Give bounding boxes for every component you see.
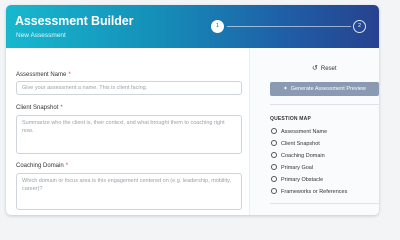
question-map-item-label: Primary Goal [281,165,314,171]
stepper-connector [227,26,351,27]
question-map-sidebar: ↺ Reset ✦ Generate Assessment Preview QUES… [249,48,379,215]
radio-icon [271,152,277,158]
sidebar-divider [270,104,379,105]
coaching-domain-label: Coaching Domain * [16,163,68,169]
assessment-name-label: Assessment Name * [16,72,71,78]
required-asterisk: * [65,163,69,169]
question-map-item-label: Primary Obstacle [281,177,324,183]
radio-icon [271,176,277,182]
question-map-title: QUESTION MAP [270,116,312,122]
question-map-item[interactable]: Primary Obstacle [271,176,323,183]
required-asterisk: * [60,105,63,111]
page-title: Assessment Builder [15,14,134,28]
question-map-item-label: Coaching Domain [281,153,325,159]
header-banner: Assessment Builder New Assessment 1 2 [6,5,379,48]
client-snapshot-label: Client Snapshot * [16,105,63,111]
required-asterisk: * [68,72,71,78]
question-map-item[interactable]: Frameworks or References [271,188,347,195]
assessment-builder-card: Assessment Builder New Assessment 1 2 As… [6,5,379,215]
client-snapshot-placeholder: Summarize who the client is, their conte… [22,120,225,134]
coaching-domain-label-text: Coaching Domain [16,163,64,169]
question-map-item[interactable]: Coaching Domain [271,152,325,159]
question-map-item-label: Client Snapshot [281,141,320,147]
assessment-name-placeholder: Give your assessment a name. This is cli… [22,85,148,91]
radio-icon [271,164,277,170]
step-2-indicator[interactable]: 2 [353,20,366,33]
question-map-item-label: Assessment Name [281,129,328,135]
coaching-domain-textarea[interactable]: Which domain or focus area is this engag… [16,173,242,210]
assessment-form: Assessment Name * Give your assessment a … [6,48,249,215]
reset-label: Reset [320,66,337,72]
sidebar-divider [270,203,379,204]
assessment-name-label-text: Assessment Name [16,72,67,78]
generate-preview-label: Generate Assessment Preview [290,86,366,92]
radio-icon [271,140,277,146]
generate-preview-button[interactable]: ✦ Generate Assessment Preview [270,82,379,96]
radio-icon [271,188,277,194]
reset-icon: ↺ [312,65,318,72]
client-snapshot-label-text: Client Snapshot [16,105,59,111]
page-subtitle: New Assessment [16,32,66,39]
question-map-item[interactable]: Assessment Name [271,128,327,135]
question-map-item[interactable]: Primary Goal [271,164,313,171]
coaching-domain-placeholder: Which domain or focus area is this engag… [22,178,232,192]
question-map-item[interactable]: Client Snapshot [271,140,320,147]
magic-wand-icon: ✦ [283,86,288,92]
radio-icon [271,128,277,134]
step-1-indicator[interactable]: 1 [211,20,224,33]
question-map-item-label: Frameworks or References [281,189,348,195]
assessment-name-input[interactable]: Give your assessment a name. This is cli… [16,81,242,95]
reset-button[interactable]: ↺ Reset [312,64,337,72]
client-snapshot-textarea[interactable]: Summarize who the client is, their conte… [16,115,242,154]
